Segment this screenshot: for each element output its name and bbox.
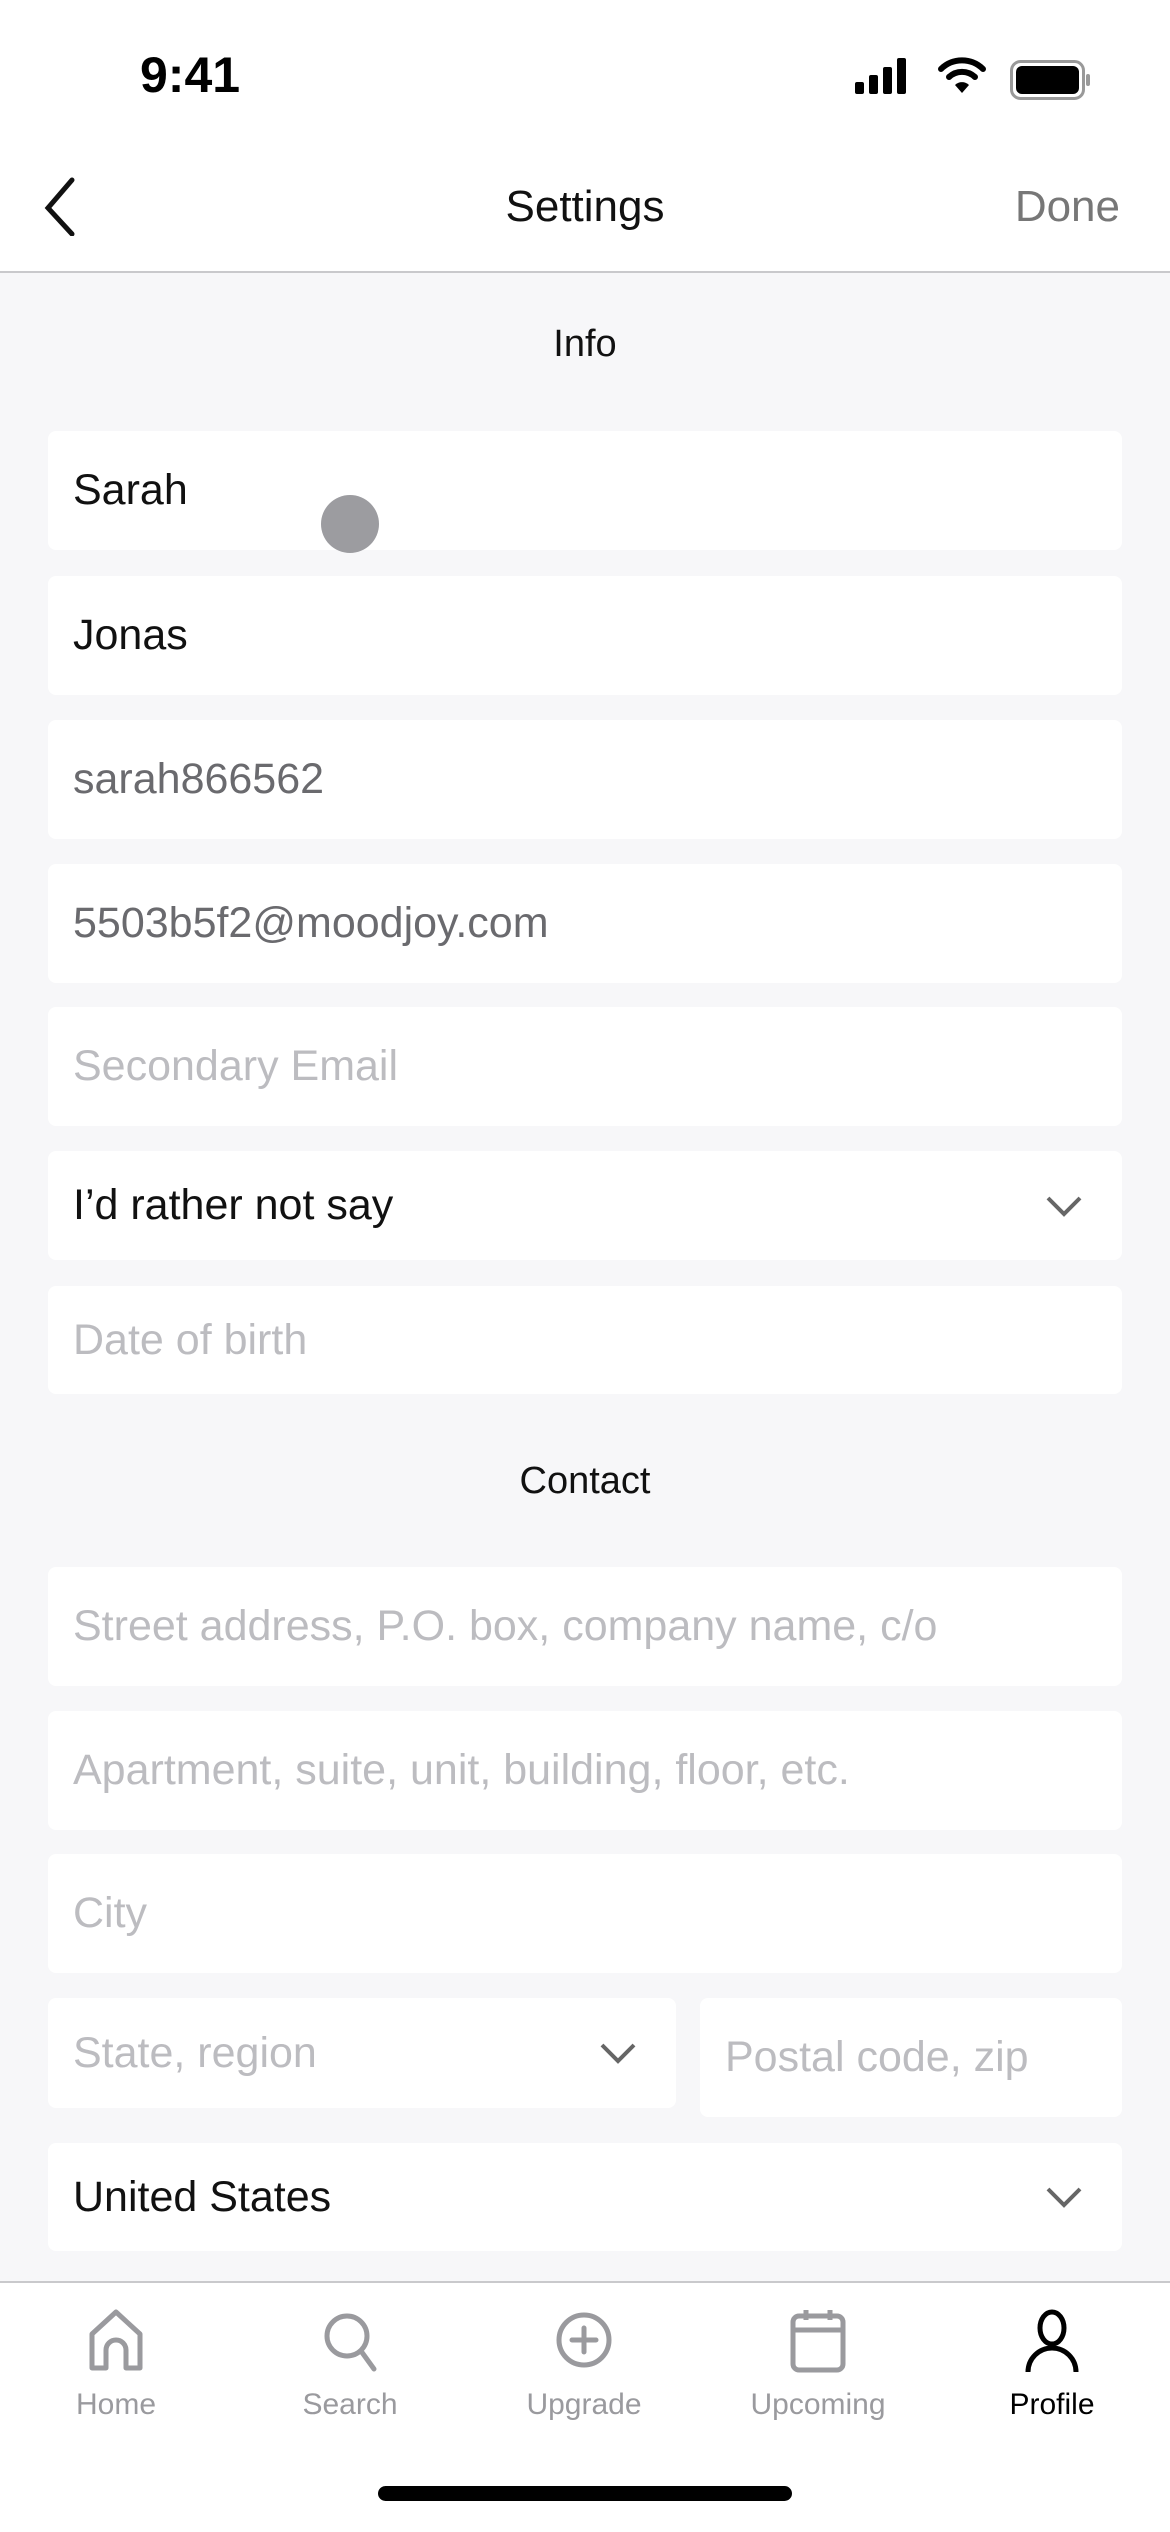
signal-icon: [855, 58, 906, 94]
dob-placeholder: Date of birth: [73, 1315, 308, 1364]
tab-upcoming[interactable]: Upcoming: [718, 2290, 918, 2430]
gender-value: I’d rather not say: [73, 1181, 394, 1229]
home-icon: [89, 2309, 143, 2371]
section-info-label: Info: [553, 323, 617, 365]
home-indicator: [378, 2486, 792, 2501]
calendar-icon: [790, 2310, 846, 2373]
tab-upgrade-label: Upgrade: [526, 2388, 642, 2421]
first-name-value: Sarah: [73, 466, 188, 514]
postal-placeholder: Postal code, zip: [725, 2033, 1029, 2081]
person-icon: [1025, 2309, 1079, 2373]
secondary-email-placeholder: Secondary Email: [73, 1042, 399, 1090]
chevron-down-icon: [1046, 1196, 1082, 1217]
street-field[interactable]: Street address, P.O. box, company name, …: [48, 1567, 1122, 1686]
battery-icon: [1010, 60, 1090, 100]
email-field[interactable]: 5503b5f2@moodjoy.com: [48, 864, 1122, 983]
secondary-email-field[interactable]: Secondary Email: [48, 1007, 1122, 1126]
postal-code-field[interactable]: Postal code, zip: [700, 1998, 1122, 2117]
tab-upcoming-label: Upcoming: [750, 2388, 886, 2421]
touch-indicator: [321, 495, 379, 553]
dob-field[interactable]: Date of birth: [48, 1286, 1122, 1394]
tab-upgrade[interactable]: Upgrade: [484, 2290, 684, 2430]
last-name-field[interactable]: Jonas: [48, 576, 1122, 695]
search-icon: [324, 2313, 377, 2372]
tab-search-label: Search: [302, 2388, 398, 2421]
page-title: Settings: [505, 182, 665, 231]
state-placeholder: State, region: [73, 2028, 317, 2077]
username-field[interactable]: sarah866562: [48, 720, 1122, 839]
country-value: United States: [73, 2172, 332, 2221]
plus-circle-icon: [556, 2312, 612, 2368]
state-select[interactable]: State, region: [48, 1998, 676, 2108]
status-time: 9:41: [140, 47, 241, 103]
city-placeholder: City: [73, 1889, 148, 1937]
gender-select[interactable]: I’d rather not say: [48, 1151, 1122, 1260]
country-select[interactable]: United States: [48, 2143, 1122, 2251]
street-placeholder: Street address, P.O. box, company name, …: [73, 1602, 938, 1650]
section-contact-label: Contact: [519, 1460, 651, 1502]
done-button[interactable]: Done: [1015, 182, 1120, 232]
apartment-field[interactable]: Apartment, suite, unit, building, floor,…: [48, 1711, 1122, 1830]
tab-search[interactable]: Search: [250, 2290, 450, 2430]
tab-home-label: Home: [75, 2388, 157, 2421]
tab-home[interactable]: Home: [16, 2290, 216, 2430]
last-name-value: Jonas: [73, 611, 188, 659]
chevron-down-icon: [1046, 2187, 1082, 2208]
tab-profile[interactable]: Profile: [952, 2290, 1152, 2430]
apartment-placeholder: Apartment, suite, unit, building, floor,…: [73, 1746, 850, 1794]
email-value: 5503b5f2@moodjoy.com: [73, 899, 549, 947]
first-name-field[interactable]: Sarah: [48, 431, 1122, 550]
username-value: sarah866562: [73, 755, 325, 803]
city-field[interactable]: City: [48, 1854, 1122, 1973]
wifi-icon: [938, 57, 986, 93]
chevron-down-icon: [600, 2043, 636, 2064]
tab-profile-label: Profile: [1009, 2388, 1095, 2421]
